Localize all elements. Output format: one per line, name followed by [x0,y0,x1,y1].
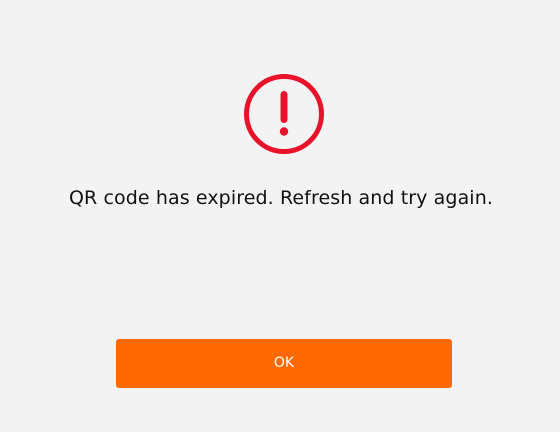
qr-expired-dialog: QR code has expired. Refresh and try aga… [0,0,560,432]
ok-button[interactable]: OK [116,339,452,388]
error-message: QR code has expired. Refresh and try aga… [69,187,493,209]
exclamation-circle-icon [243,73,325,155]
